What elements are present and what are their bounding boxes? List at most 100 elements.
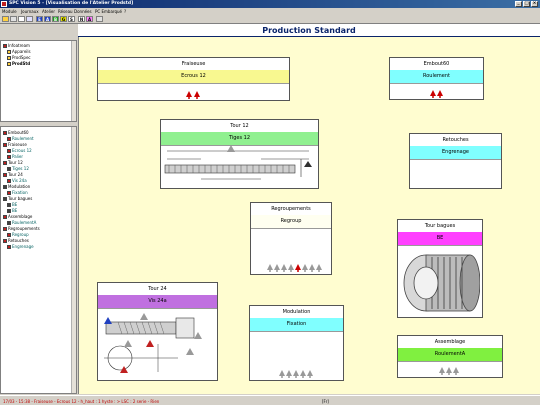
- toolbar-a2-button[interactable]: A: [86, 16, 93, 22]
- part-drawing-screw: [164, 145, 312, 180]
- toolbar-g-button[interactable]: G: [60, 16, 67, 22]
- status-mode: [Fr]: [322, 399, 329, 404]
- machine-card-embout60[interactable]: Embout60 Roulement: [389, 57, 484, 100]
- product-bar: Engrenage: [410, 146, 501, 160]
- machine-card-modulation[interactable]: Modulation Fixation: [249, 305, 344, 381]
- tree-machine-embout60[interactable]: Embout60: [3, 131, 29, 135]
- tree-product-roulement[interactable]: Roulement: [7, 137, 34, 141]
- tree-bottom-scrollbar[interactable]: [71, 127, 76, 393]
- minimize-button[interactable]: _: [515, 1, 522, 7]
- open-icon[interactable]: [2, 16, 9, 22]
- window-title: SPC Vision 5 - [Visualisation de l'Ateli…: [9, 1, 134, 6]
- machine-icon: [3, 173, 7, 177]
- tree-panel-top: Infoatream Appareils ProdSpec ProdStd: [0, 40, 77, 122]
- tree-product-ecrous12[interactable]: Ecrous 12: [7, 149, 32, 153]
- root-icon: [3, 44, 7, 48]
- machine-icon: [3, 227, 7, 231]
- menu-journaux[interactable]: Journaux: [21, 9, 39, 14]
- indicator-icon: [288, 264, 294, 272]
- indicator-icon: [302, 264, 308, 272]
- product-bar: Vis 24a: [98, 295, 217, 309]
- toolbar-e-button[interactable]: E: [36, 16, 43, 22]
- folder-icon: [7, 50, 11, 54]
- alarm-icon: [194, 91, 200, 99]
- machine-card-retouches[interactable]: Retouches Engrenage: [409, 133, 502, 189]
- tree-machine-fraiseuse[interactable]: Fraiseuse: [3, 143, 27, 147]
- close-button[interactable]: ×: [531, 1, 538, 7]
- help-icon[interactable]: [96, 16, 103, 22]
- toolbar-s-button[interactable]: S: [68, 16, 75, 22]
- tree-top-scrollbar[interactable]: [71, 41, 76, 121]
- machine-card-fraiseuse[interactable]: Fraiseuse Ecrous 12: [97, 57, 290, 101]
- tree-machine-modulation[interactable]: Modulation: [3, 185, 30, 189]
- menu-donnees[interactable]: Données: [74, 9, 92, 14]
- product-icon: [7, 191, 11, 195]
- tree-machine-tour12[interactable]: Tour 12: [3, 161, 23, 165]
- part-drawing-bolt: [104, 313, 202, 373]
- tree-root[interactable]: Infoatream: [3, 44, 30, 48]
- indicator-icon: [300, 370, 306, 378]
- product-icon: [7, 221, 11, 225]
- tree-product-engrenage[interactable]: Engrenage: [7, 245, 34, 249]
- print-icon[interactable]: [18, 16, 25, 22]
- menu-help[interactable]: ?: [124, 9, 126, 14]
- save-icon[interactable]: [10, 16, 17, 22]
- product-icon: [7, 155, 11, 159]
- menu-module[interactable]: Module: [2, 9, 17, 14]
- tree-item-appareils[interactable]: Appareils: [7, 50, 31, 54]
- tree-machine-retouches[interactable]: Retouches: [3, 239, 29, 243]
- product-bar: Ecrous 12: [98, 70, 289, 84]
- product-bar: Roulement: [390, 70, 483, 84]
- indicator-icon: [293, 370, 299, 378]
- machine-card-regroupements[interactable]: Regroupements Regroup: [250, 202, 332, 275]
- tree-product-be-2[interactable]: BE: [7, 209, 17, 213]
- product-bar: Tiges 12: [161, 132, 318, 146]
- indicator-icon: [316, 264, 322, 272]
- toolbar-n-button[interactable]: N: [78, 16, 85, 22]
- tree-product-roulementa[interactable]: RoulementA: [7, 221, 36, 225]
- tree-machine-tour24[interactable]: Tour 24: [3, 173, 23, 177]
- tree-machine-tourbagues[interactable]: Tour bagues: [3, 197, 32, 201]
- tree-machine-assemblage[interactable]: Assemblage: [3, 215, 32, 219]
- menu-pc-embarque[interactable]: PC Embarqué: [95, 9, 122, 14]
- machine-card-tour12[interactable]: Tour 12 Tiges 12: [160, 119, 319, 189]
- tree-machine-regroupements[interactable]: Regroupements: [3, 227, 40, 231]
- bearing-image: [403, 254, 480, 312]
- toolbar-b-button[interactable]: B: [52, 16, 59, 22]
- toolbar: E A B G S N A: [0, 15, 540, 24]
- app-icon: [1, 1, 7, 7]
- tree-product-tiges12[interactable]: Tiges 12: [7, 167, 29, 171]
- machine-card-tourbagues[interactable]: Tour bagues BE: [397, 219, 483, 318]
- tree-product-palier[interactable]: Palier: [7, 155, 23, 159]
- menu-atelier[interactable]: Atelier: [42, 9, 55, 14]
- machine-icon: [3, 215, 7, 219]
- indicator-icon: [279, 370, 285, 378]
- folder-icon: [7, 56, 11, 60]
- view-icon[interactable]: [26, 16, 33, 22]
- tree-product-vis24a[interactable]: Vis 24a: [7, 179, 27, 183]
- machine-icon: [3, 197, 7, 201]
- title-bar: SPC Vision 5 - [Visualisation de l'Ateli…: [0, 0, 540, 8]
- menu-bar: Module Journaux Atelier Réseau Données P…: [0, 8, 540, 15]
- status-message: 17/03 - 15:38 - Fraiseuse - Ecrous 12 - …: [3, 399, 160, 404]
- indicator-icon: [307, 370, 313, 378]
- menu-reseau[interactable]: Réseau: [58, 9, 73, 14]
- tree-item-prodspec[interactable]: ProdSpec: [7, 56, 31, 60]
- toolbar-a-button[interactable]: A: [44, 16, 51, 22]
- machine-icon: [3, 143, 7, 147]
- product-icon: [7, 203, 11, 207]
- indicator-icon: [446, 367, 452, 375]
- tree-product-be-1[interactable]: BE: [7, 203, 17, 207]
- tree-item-prodstd[interactable]: ProdStd: [7, 62, 30, 66]
- product-icon: [7, 245, 11, 249]
- maximize-button[interactable]: □: [523, 1, 530, 7]
- tree-product-regroup[interactable]: Regroup: [7, 233, 29, 237]
- machine-card-tour24[interactable]: Tour 24 Vis 24a: [97, 282, 218, 381]
- product-bar: Regroup: [251, 215, 331, 229]
- alarm-icon: [295, 264, 301, 272]
- product-bar: Fixation: [250, 318, 343, 332]
- product-icon: [7, 137, 11, 141]
- tree-product-fixation[interactable]: Fixation: [7, 191, 28, 195]
- machine-card-assemblage[interactable]: Assemblage RoulementA: [397, 335, 503, 378]
- product-icon: [7, 167, 11, 171]
